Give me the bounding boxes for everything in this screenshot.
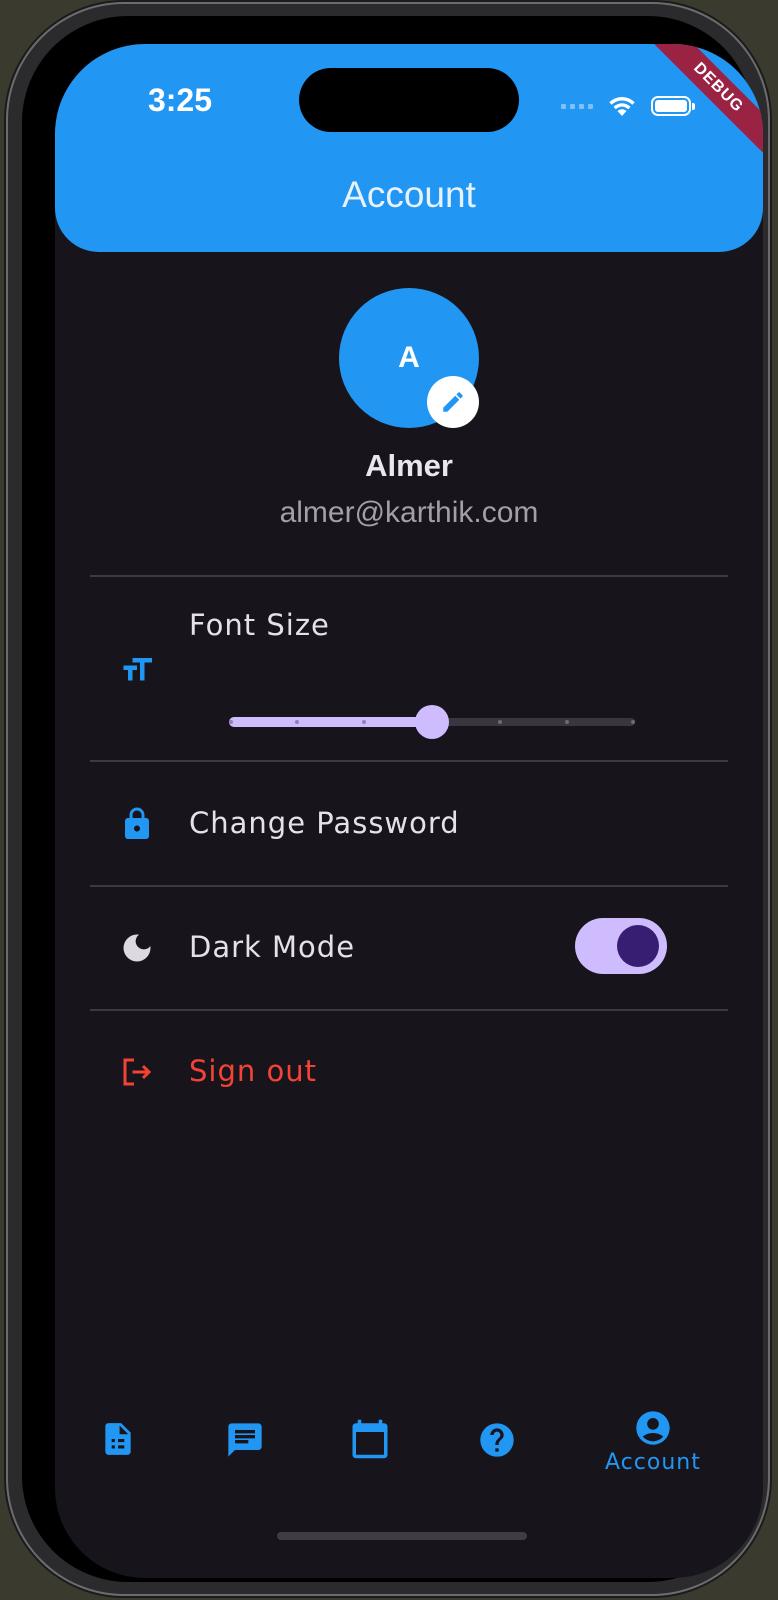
text-size-icon — [119, 652, 155, 688]
lock-icon — [119, 806, 155, 842]
divider — [90, 1009, 728, 1011]
divider — [90, 575, 728, 577]
battery-icon — [651, 96, 695, 116]
logout-icon — [119, 1054, 155, 1090]
slider-tick — [294, 720, 299, 724]
slider-thumb[interactable] — [415, 705, 449, 739]
moon-icon — [119, 930, 155, 966]
edit-avatar-button[interactable] — [427, 376, 479, 428]
slider-active-track — [229, 717, 432, 727]
calendar-icon — [352, 1419, 388, 1459]
slider-tick — [631, 720, 635, 724]
divider — [90, 760, 728, 762]
app-screen: 3:25 DEBUG Account A Almer almer@karthik… — [55, 44, 763, 1578]
help-icon — [480, 1423, 514, 1457]
nav-label-account: Account — [605, 1450, 701, 1475]
wifi-icon — [609, 97, 635, 116]
nav-item-calendar[interactable] — [349, 1418, 391, 1460]
user-name: Almer — [365, 448, 453, 483]
slider-tick — [497, 720, 502, 724]
app-bar: 3:25 DEBUG Account — [55, 44, 763, 252]
status-icons — [561, 88, 695, 124]
dark-mode-label: Dark Mode — [189, 930, 356, 964]
nav-item-account[interactable]: Account — [605, 1408, 701, 1475]
dark-mode-toggle[interactable] — [575, 918, 667, 974]
account-circle-icon — [636, 1411, 670, 1445]
home-indicator — [277, 1532, 527, 1540]
nav-item-chat[interactable] — [225, 1420, 265, 1460]
font-size-slider[interactable] — [229, 702, 635, 742]
nav-item-help[interactable] — [477, 1420, 517, 1460]
change-password-button[interactable]: Change Password — [189, 806, 460, 840]
chat-icon — [228, 1423, 262, 1457]
document-icon — [105, 1423, 131, 1455]
user-email: almer@karthik.com — [279, 496, 539, 529]
slider-tick — [229, 720, 233, 724]
status-time: 3:25 — [147, 82, 213, 118]
dynamic-island — [299, 68, 519, 132]
toggle-knob — [617, 925, 659, 967]
font-size-label: Font Size — [189, 608, 330, 642]
nav-item-documents[interactable] — [99, 1420, 137, 1458]
sign-out-button[interactable]: Sign out — [189, 1054, 317, 1088]
phone-frame: 3:25 DEBUG Account A Almer almer@karthik… — [6, 2, 770, 1596]
pencil-icon — [443, 392, 463, 412]
phone-bezel: 3:25 DEBUG Account A Almer almer@karthik… — [22, 16, 763, 1582]
page-title: Account — [342, 174, 476, 215]
cellular-signal-icon — [561, 103, 593, 109]
divider — [90, 885, 728, 887]
